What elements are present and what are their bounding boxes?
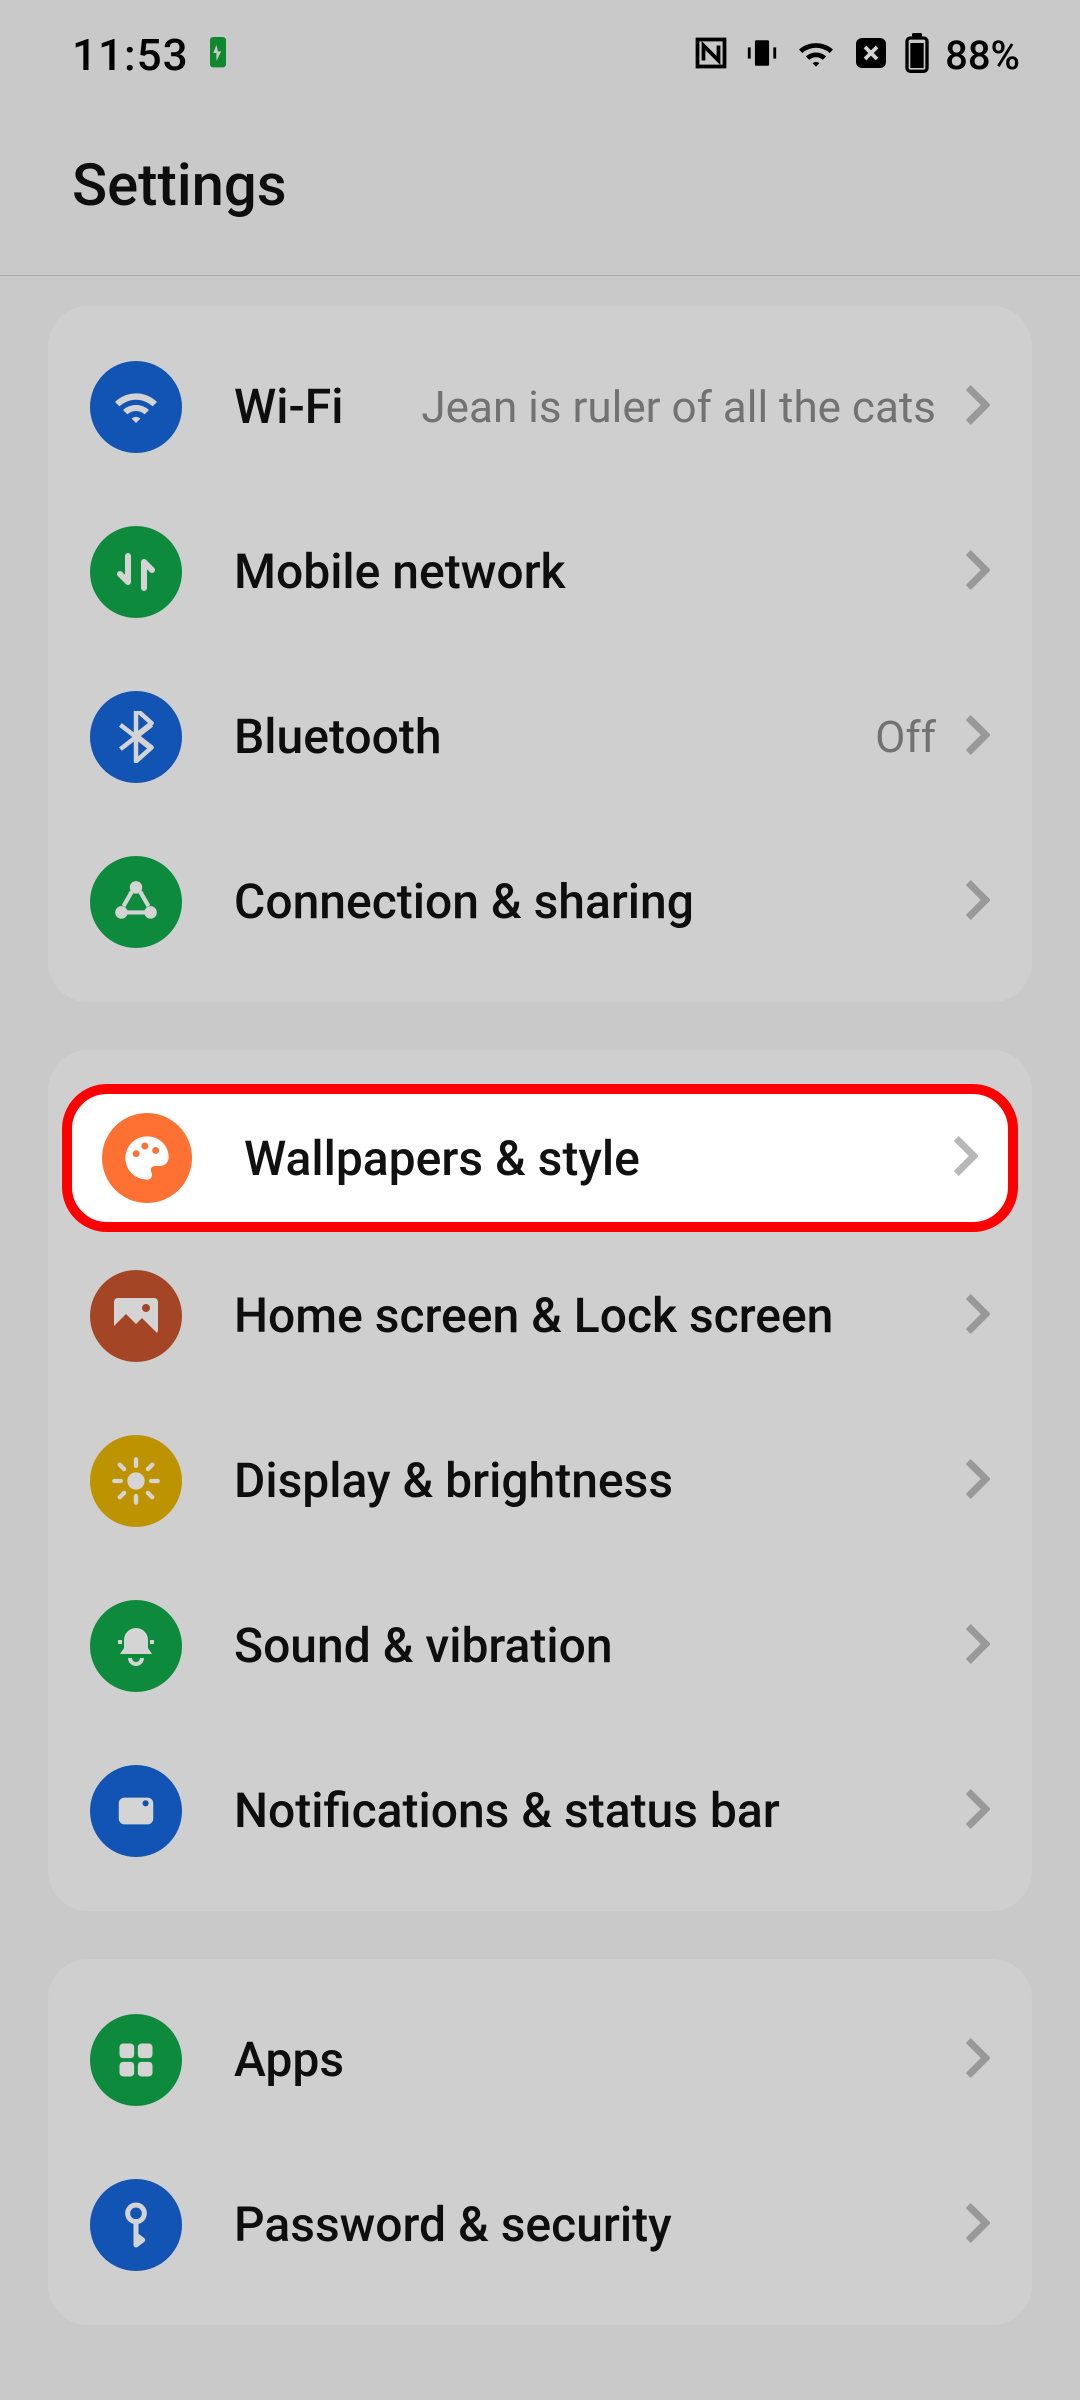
settings-item-wallpapers-style[interactable]: Wallpapers & style bbox=[62, 1084, 1018, 1232]
chevron-right-icon bbox=[952, 1135, 978, 1181]
palette-icon bbox=[102, 1113, 192, 1203]
settings-item-label: Wallpapers & style bbox=[244, 1130, 952, 1187]
